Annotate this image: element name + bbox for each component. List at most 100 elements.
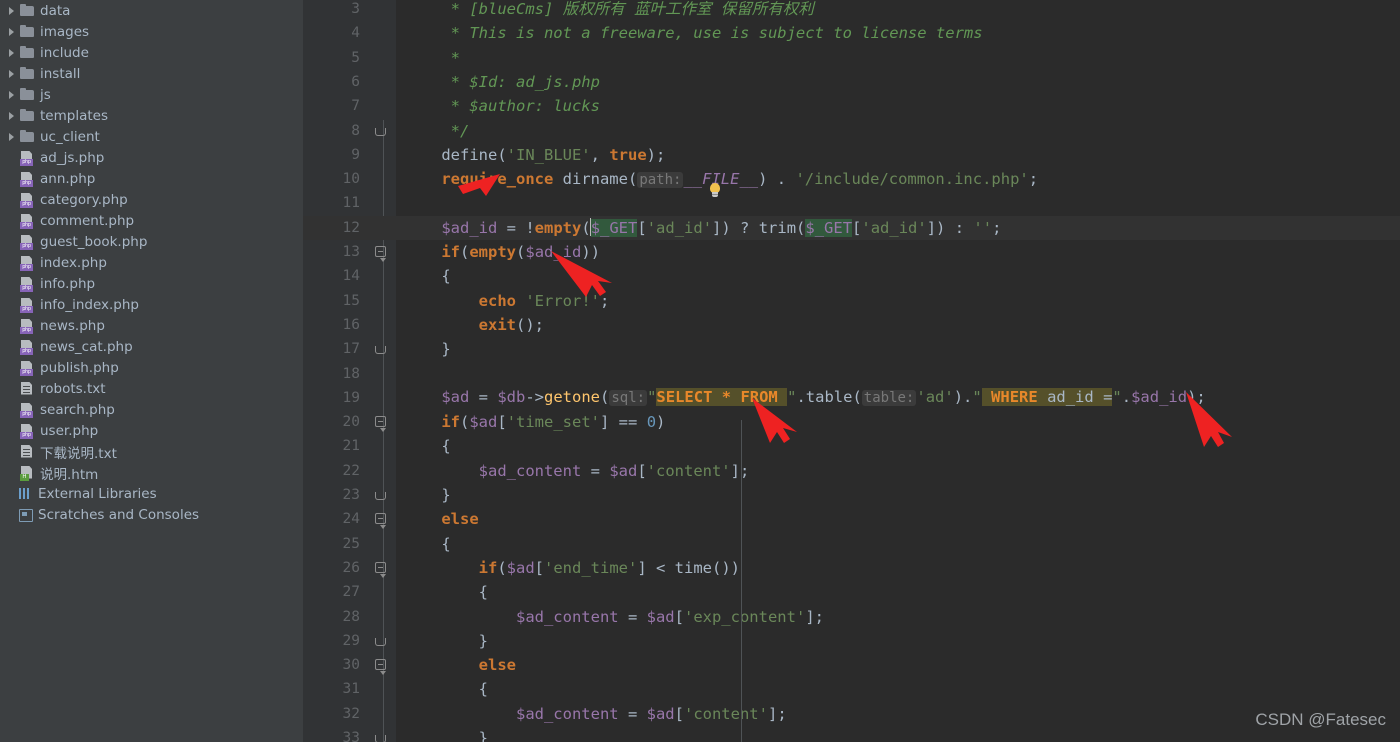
- line-number[interactable]: 4: [303, 21, 369, 45]
- fold-end-icon[interactable]: [375, 735, 386, 742]
- code-text[interactable]: }: [396, 726, 1400, 742]
- tree-item-include[interactable]: include: [0, 42, 303, 63]
- code-text[interactable]: }: [396, 483, 1400, 507]
- line-number[interactable]: 24: [303, 507, 369, 531]
- code-text[interactable]: $ad_content = $ad['exp_content'];: [396, 605, 1400, 629]
- code-line-20[interactable]: 20 if($ad['time_set'] == 0): [303, 410, 1400, 434]
- line-number[interactable]: 15: [303, 289, 369, 313]
- code-line-3[interactable]: 3 * [blueCms] 版权所有 蓝叶工作室 保留所有权利: [303, 0, 1400, 21]
- code-text[interactable]: }: [396, 629, 1400, 653]
- code-text[interactable]: }: [396, 337, 1400, 361]
- tree-item-news_catphp[interactable]: news_cat.php: [0, 336, 303, 357]
- fold-collapse-icon[interactable]: [375, 561, 386, 578]
- code-line-8[interactable]: 8 */: [303, 119, 1400, 143]
- code-line-18[interactable]: 18: [303, 362, 1400, 386]
- code-line-14[interactable]: 14 {: [303, 264, 1400, 288]
- line-number[interactable]: 30: [303, 653, 369, 677]
- fold-cell[interactable]: [369, 216, 396, 240]
- fold-collapse-icon[interactable]: [375, 416, 386, 433]
- fold-cell[interactable]: [369, 143, 396, 167]
- fold-cell[interactable]: [369, 410, 396, 434]
- code-line-12[interactable]: 12 $ad_id = !empty($_GET['ad_id']) ? tri…: [303, 215, 1400, 240]
- tree-item-htm[interactable]: 说明.htm: [0, 462, 303, 483]
- fold-end-icon[interactable]: [375, 637, 386, 646]
- code-line-7[interactable]: 7 * $author: lucks: [303, 94, 1400, 118]
- line-number[interactable]: 29: [303, 629, 369, 653]
- code-line-10[interactable]: 10 require_once dirname(path: __FILE__) .…: [303, 167, 1400, 191]
- code-line-28[interactable]: 28 $ad_content = $ad['exp_content'];: [303, 605, 1400, 629]
- line-number[interactable]: 12: [303, 216, 369, 240]
- line-number[interactable]: 32: [303, 702, 369, 726]
- code-text[interactable]: define('IN_BLUE', true);: [396, 143, 1400, 167]
- fold-cell[interactable]: [369, 580, 396, 604]
- line-number[interactable]: 23: [303, 483, 369, 507]
- line-number[interactable]: 11: [303, 191, 369, 215]
- line-number[interactable]: 19: [303, 386, 369, 410]
- fold-cell[interactable]: [369, 459, 396, 483]
- fold-end-icon[interactable]: [375, 127, 386, 136]
- code-line-31[interactable]: 31 {: [303, 677, 1400, 701]
- code-line-24[interactable]: 24 else: [303, 507, 1400, 531]
- code-line-32[interactable]: 32 $ad_content = $ad['content'];: [303, 702, 1400, 726]
- fold-end-icon[interactable]: [375, 492, 386, 500]
- editor-pane[interactable]: 3 * [blueCms] 版权所有 蓝叶工作室 保留所有权利 4 * This …: [303, 0, 1400, 742]
- fold-cell[interactable]: [369, 605, 396, 629]
- code-text[interactable]: if(empty($ad_id)): [396, 240, 1400, 264]
- code-line-25[interactable]: 25 {: [303, 532, 1400, 556]
- tree-item-data[interactable]: data: [0, 0, 303, 21]
- code-line-21[interactable]: 21 {: [303, 434, 1400, 458]
- line-number[interactable]: 17: [303, 337, 369, 361]
- code-line-17[interactable]: 17 }: [303, 337, 1400, 361]
- code-text[interactable]: require_once dirname(path: __FILE__) . '/…: [396, 167, 1400, 192]
- code-text[interactable]: exit();: [396, 313, 1400, 337]
- tree-item-txt[interactable]: 下载说明.txt: [0, 441, 303, 462]
- fold-cell[interactable]: [369, 434, 396, 458]
- fold-cell[interactable]: [369, 70, 396, 94]
- tree-item-searchphp[interactable]: search.php: [0, 399, 303, 420]
- tree-item-userphp[interactable]: user.php: [0, 420, 303, 441]
- code-text[interactable]: echo 'Error!';: [396, 289, 1400, 313]
- code-text[interactable]: {: [396, 264, 1400, 288]
- tree-item-indexphp[interactable]: index.php: [0, 252, 303, 273]
- expand-arrow-icon[interactable]: [6, 109, 19, 122]
- fold-end-icon[interactable]: [375, 346, 386, 355]
- code-line-4[interactable]: 4 * This is not a freeware, use is subje…: [303, 21, 1400, 45]
- fold-collapse-icon[interactable]: [375, 659, 386, 676]
- fold-cell[interactable]: [369, 362, 396, 386]
- tree-item-categoryphp[interactable]: category.php: [0, 189, 303, 210]
- code-text[interactable]: * $author: lucks: [396, 94, 1400, 118]
- fold-cell[interactable]: [369, 167, 396, 191]
- expand-arrow-icon[interactable]: [6, 67, 19, 80]
- code-text[interactable]: */: [396, 119, 1400, 143]
- code-text[interactable]: if($ad['end_time'] < time()): [396, 556, 1400, 580]
- fold-cell[interactable]: [369, 46, 396, 70]
- line-number[interactable]: 27: [303, 580, 369, 604]
- line-number[interactable]: 13: [303, 240, 369, 264]
- fold-cell[interactable]: [369, 677, 396, 701]
- fold-cell[interactable]: [369, 386, 396, 410]
- code-text[interactable]: $ad_content = $ad['content'];: [396, 702, 1400, 726]
- line-number[interactable]: 16: [303, 313, 369, 337]
- fold-cell[interactable]: [369, 629, 396, 653]
- line-number[interactable]: 26: [303, 556, 369, 580]
- tree-item-images[interactable]: images: [0, 21, 303, 42]
- code-line-26[interactable]: 26 if($ad['end_time'] < time()): [303, 556, 1400, 580]
- code-text[interactable]: if($ad['time_set'] == 0): [396, 410, 1400, 434]
- expand-arrow-icon[interactable]: [6, 88, 19, 101]
- code-text[interactable]: else: [396, 507, 1400, 531]
- line-number[interactable]: 22: [303, 459, 369, 483]
- tree-item-info_indexphp[interactable]: info_index.php: [0, 294, 303, 315]
- fold-cell[interactable]: [369, 0, 396, 21]
- lightbulb-icon[interactable]: [708, 183, 722, 200]
- code-text[interactable]: {: [396, 580, 1400, 604]
- code-text[interactable]: * $Id: ad_js.php: [396, 70, 1400, 94]
- line-number[interactable]: 7: [303, 94, 369, 118]
- code-line-30[interactable]: 30 else: [303, 653, 1400, 677]
- tree-item-install[interactable]: install: [0, 63, 303, 84]
- fold-cell[interactable]: [369, 726, 396, 742]
- tree-item-ad_jsphp[interactable]: ad_js.php: [0, 147, 303, 168]
- fold-cell[interactable]: [369, 119, 396, 143]
- code-text[interactable]: $ad_content = $ad['content'];: [396, 459, 1400, 483]
- code-line-16[interactable]: 16 exit();: [303, 313, 1400, 337]
- fold-cell[interactable]: [369, 313, 396, 337]
